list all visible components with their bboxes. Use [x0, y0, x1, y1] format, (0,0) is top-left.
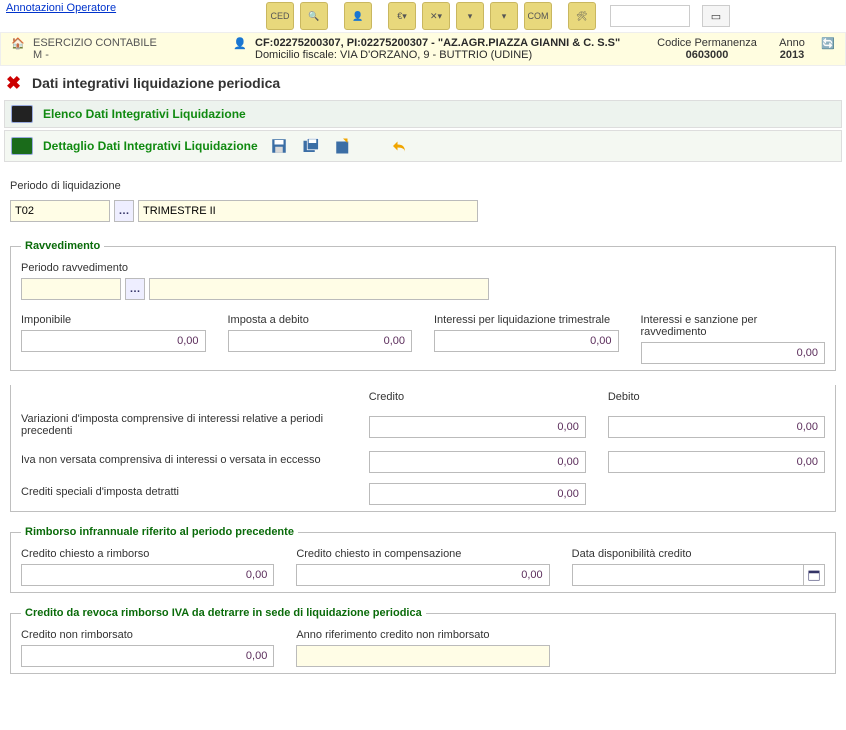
build-icon[interactable]: 🛠 — [568, 2, 596, 30]
id-card-icon[interactable]: ▭ — [702, 5, 730, 27]
imposta-input[interactable] — [228, 330, 413, 352]
esercizio-value: M - — [33, 49, 225, 61]
calendar-icon[interactable] — [803, 564, 825, 586]
variazioni-row2-debito[interactable] — [608, 451, 825, 473]
filter-euro-icon[interactable]: €▾ — [388, 2, 416, 30]
top-toolbar: Annotazioni Operatore CED 🔍 👤 €▾ ✕▾ ▾ ▾ … — [0, 0, 846, 32]
periodo-desc-input[interactable] — [138, 200, 478, 222]
variazioni-row3-label: Crediti speciali d'imposta detratti — [21, 486, 347, 498]
tab-dettaglio[interactable]: Dettaglio Dati Integrativi Liquidazione — [4, 130, 842, 162]
anno-label: Anno — [771, 37, 813, 49]
monitor-icon — [11, 137, 33, 155]
revoca-c1-label: Credito non rimborsato — [21, 629, 274, 641]
variazioni-row2-credito[interactable] — [369, 451, 586, 473]
rimborso-c1-label: Credito chiesto a rimborso — [21, 548, 274, 560]
close-icon[interactable]: ✖ — [6, 74, 24, 92]
tab-elenco[interactable]: Elenco Dati Integrativi Liquidazione — [4, 100, 842, 128]
sanzione-label: Interessi e sanzione per ravvedimento — [641, 314, 826, 338]
variazioni-row1-debito[interactable] — [608, 416, 825, 438]
header-bar: 🏠 ESERCIZIO CONTABILE M - 👤 CF:022752003… — [0, 32, 846, 66]
sanzione-input[interactable] — [641, 342, 826, 364]
imponibile-label: Imponibile — [21, 314, 206, 326]
revoca-c2-input[interactable] — [296, 645, 549, 667]
domicilio-line: Domicilio fiscale: VIA D'ORZANO, 9 - BUT… — [255, 49, 643, 61]
codperm-value: 0603000 — [651, 49, 763, 61]
rimborso-fieldset: Rimborso infrannuale riferito al periodo… — [10, 526, 836, 593]
variazioni-row3-credito[interactable] — [369, 483, 586, 505]
rimborso-c2-label: Credito chiesto in compensazione — [296, 548, 549, 560]
anno-value: 2013 — [771, 49, 813, 61]
save-back-icon[interactable] — [332, 135, 354, 157]
ravvedimento-fieldset: Ravvedimento Periodo ravvedimento … Impo… — [10, 240, 836, 371]
tab-elenco-label: Elenco Dati Integrativi Liquidazione — [43, 107, 246, 121]
person-icon: 👤 — [233, 37, 253, 57]
save-icon[interactable] — [268, 135, 290, 157]
periodo-label: Periodo di liquidazione — [10, 180, 836, 192]
periodo-ravv-desc-input[interactable] — [149, 278, 489, 300]
imponibile-input[interactable] — [21, 330, 206, 352]
com-icon[interactable]: COM — [524, 2, 552, 30]
company-line: CF:02275200307, PI:02275200307 - "AZ.AGR… — [255, 37, 643, 49]
page-title-row: ✖ Dati integrativi liquidazione periodic… — [0, 66, 846, 98]
variazioni-row2-label: Iva non versata comprensiva di interessi… — [21, 454, 347, 466]
doc-search-icon[interactable]: 🔍 — [300, 2, 328, 30]
monitor-icon — [11, 105, 33, 123]
periodo-code-input[interactable] — [10, 200, 110, 222]
undo-icon[interactable] — [388, 135, 410, 157]
revoca-c1-input[interactable] — [21, 645, 274, 667]
toolbar-icons: CED 🔍 👤 €▾ ✕▾ ▾ ▾ COM 🛠 ▭ — [266, 2, 730, 30]
annotazioni-link[interactable]: Annotazioni Operatore — [6, 2, 116, 14]
variazioni-row1-credito[interactable] — [369, 416, 586, 438]
user-search-icon[interactable]: 👤 — [344, 2, 372, 30]
variazioni-row1-label: Variazioni d'imposta comprensive di inte… — [21, 413, 347, 437]
periodo-ravv-code-input[interactable] — [21, 278, 121, 300]
content: Periodo di liquidazione … Ravvedimento P… — [0, 164, 846, 698]
page-title: Dati integrativi liquidazione periodica — [32, 75, 280, 91]
rimborso-c1-input[interactable] — [21, 564, 274, 586]
filter-clear-icon[interactable]: ✕▾ — [422, 2, 450, 30]
rimborso-date-input[interactable] — [572, 564, 804, 586]
interessi-input[interactable] — [434, 330, 619, 352]
rimborso-c2-input[interactable] — [296, 564, 549, 586]
filter2-icon[interactable]: ▾ — [490, 2, 518, 30]
save-all-icon[interactable] — [300, 135, 322, 157]
ravvedimento-legend: Ravvedimento — [21, 240, 104, 252]
esercizio-label: ESERCIZIO CONTABILE — [33, 37, 225, 49]
interessi-label: Interessi per liquidazione trimestrale — [434, 314, 619, 326]
periodo-lookup-icon[interactable]: … — [114, 200, 134, 222]
credito-header: Credito — [369, 391, 586, 403]
imposta-label: Imposta a debito — [228, 314, 413, 326]
revoca-fieldset: Credito da revoca rimborso IVA da detrar… — [10, 607, 836, 674]
ced-icon[interactable]: CED — [266, 2, 294, 30]
debito-header: Debito — [608, 391, 825, 403]
home-icon: 🏠 — [11, 37, 31, 57]
variazioni-fieldset: Credito Debito Variazioni d'imposta comp… — [10, 385, 836, 512]
refresh-icon[interactable]: 🔄 — [821, 37, 841, 57]
codperm-label: Codice Permanenza — [651, 37, 763, 49]
rimborso-c3-label: Data disponibilità credito — [572, 548, 825, 560]
tab-dettaglio-label: Dettaglio Dati Integrativi Liquidazione — [43, 139, 258, 153]
filter-icon[interactable]: ▾ — [456, 2, 484, 30]
periodo-ravv-label: Periodo ravvedimento — [21, 262, 825, 274]
toolbar-search-input[interactable] — [610, 5, 690, 27]
periodo-ravv-lookup-icon[interactable]: … — [125, 278, 145, 300]
revoca-legend: Credito da revoca rimborso IVA da detrar… — [21, 607, 426, 619]
rimborso-legend: Rimborso infrannuale riferito al periodo… — [21, 526, 298, 538]
revoca-c2-label: Anno riferimento credito non rimborsato — [296, 629, 549, 641]
